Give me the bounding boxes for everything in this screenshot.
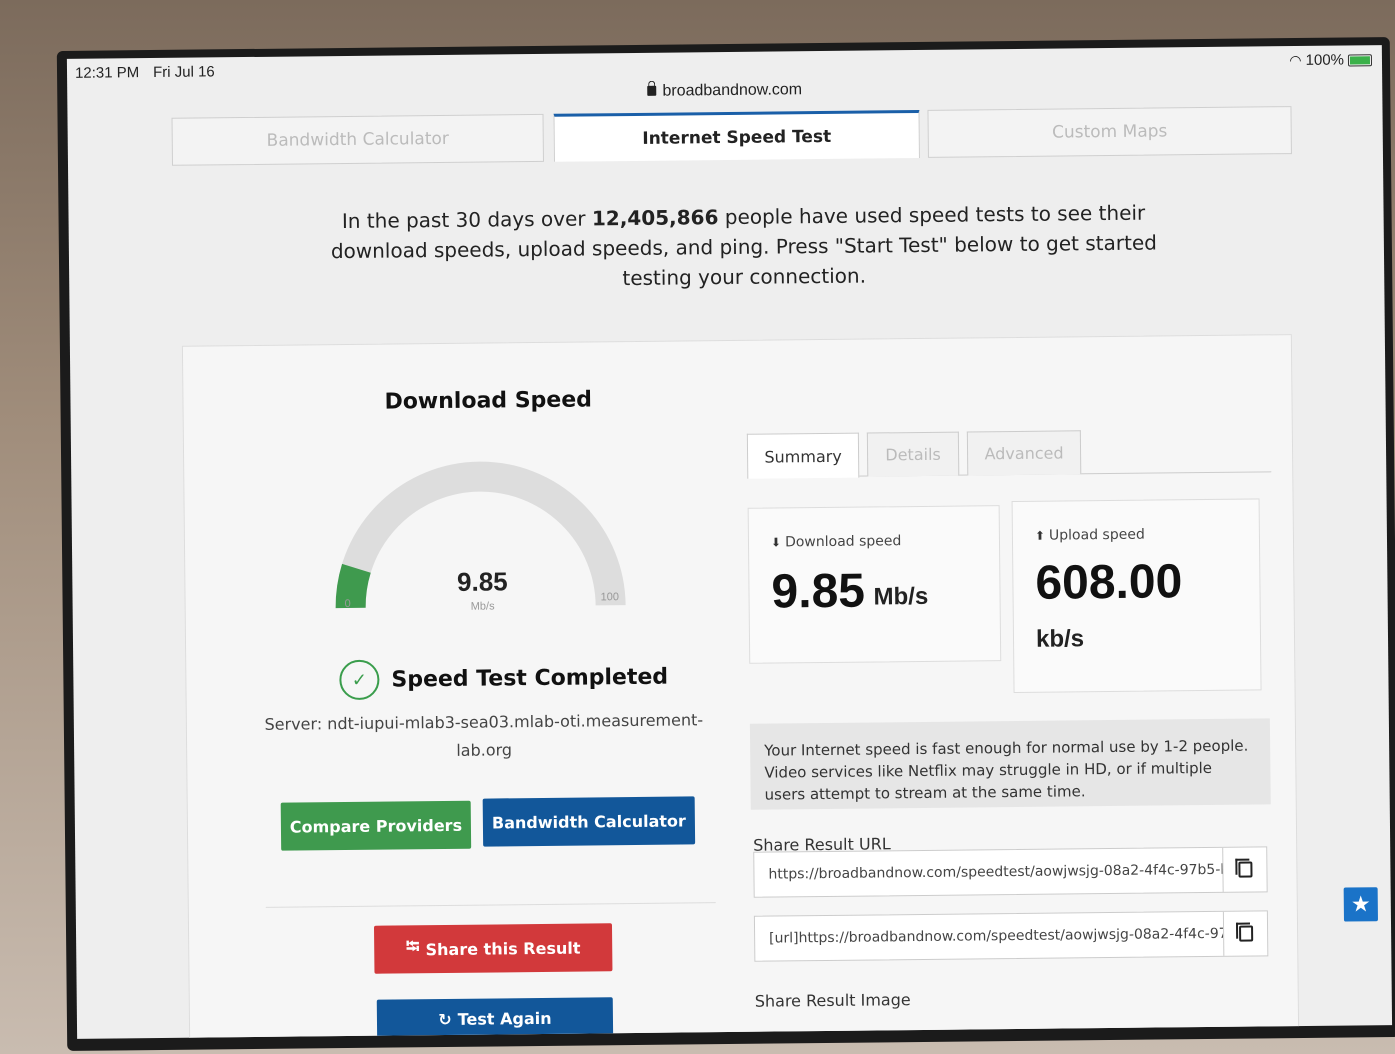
tab-custom-maps[interactable]: Custom Maps <box>927 106 1292 158</box>
bandwidth-calculator-button[interactable]: Bandwidth Calculator <box>482 796 696 847</box>
share-image-label: Share Result Image <box>754 990 911 1011</box>
upload-label-row: ⬆ Upload speed <box>1035 527 1145 544</box>
upload-stat-box: ⬆ Upload speed 608.00 kb/s <box>1011 498 1262 694</box>
share-result-label: Share this Result <box>425 938 581 959</box>
refresh-icon: ↻ <box>438 1009 452 1029</box>
share-result-button[interactable]: ⭾ Share this Result <box>373 923 613 974</box>
status-right: ◠ 100% <box>1289 51 1373 69</box>
share-url-text[interactable]: https://broadbandnow.com/speedtest/aowjw… <box>754 862 1222 883</box>
tablet-frame: 12:31 PM Fri Jul 16 ◠ 100% broadbandnow.… <box>56 37 1395 1051</box>
lock-icon <box>647 85 657 96</box>
copy-bbcode-button[interactable] <box>1222 911 1268 956</box>
upload-value: 608.00 <box>1035 555 1183 610</box>
intro-part1: In the past 30 days over <box>341 206 593 234</box>
screen: 12:31 PM Fri Jul 16 ◠ 100% broadbandnow.… <box>66 45 1393 1039</box>
accessibility-icon: ★ <box>1350 891 1371 917</box>
tab-details[interactable]: Details <box>866 431 960 477</box>
tab-advanced[interactable]: Advanced <box>966 430 1082 476</box>
copy-icon <box>1237 861 1253 878</box>
compare-providers-button[interactable]: Compare Providers <box>280 800 472 851</box>
download-speed-title: Download Speed <box>384 387 593 415</box>
download-stat-box: ⬇ Download speed 9.85 Mb/s <box>747 505 1002 664</box>
wifi-icon: ◠ <box>1289 51 1302 69</box>
tab-summary[interactable]: Summary <box>746 432 860 479</box>
upload-arrow-icon: ⬆ <box>1034 528 1046 543</box>
test-again-label: Test Again <box>457 1008 552 1029</box>
accessibility-button[interactable]: ★ <box>1343 887 1378 922</box>
speed-info-text: Your Internet speed is fast enough for n… <box>749 718 1271 810</box>
gauge-unit: Mb/s <box>470 600 495 613</box>
download-value: 9.85 <box>771 564 866 619</box>
test-again-button[interactable]: ↻ Test Again <box>376 997 614 1039</box>
upload-unit: kb/s <box>1035 625 1085 653</box>
share-url-field[interactable]: https://broadbandnow.com/speedtest/aowjw… <box>753 846 1268 898</box>
gauge-value: 9.85 <box>456 566 508 597</box>
status-date: Fri Jul 16 <box>152 63 215 81</box>
share-bbcode-text[interactable]: [url]https://broadbandnow.com/speedtest/… <box>755 926 1223 947</box>
share-icon: ⭾ <box>405 936 420 958</box>
download-arrow-icon: ⬇ <box>770 535 782 550</box>
gauge-fill <box>335 563 371 609</box>
gauge-min: 0 <box>344 597 351 611</box>
url-text: broadbandnow.com <box>662 81 803 100</box>
intro-count: 12,405,866 <box>591 205 719 231</box>
check-icon: ✓ <box>339 659 380 701</box>
upload-label: Upload speed <box>1048 526 1145 544</box>
download-label-row: ⬇ Download speed <box>771 533 902 550</box>
test-completed: ✓ Speed Test Completed <box>339 657 669 701</box>
tab-bandwidth-calculator[interactable]: Bandwidth Calculator <box>171 113 544 166</box>
status-time: 12:31 PM <box>74 64 140 82</box>
tab-internet-speed-test[interactable]: Internet Speed Test <box>553 109 920 162</box>
copy-url-button[interactable] <box>1222 847 1267 892</box>
gauge-max: 100 <box>600 591 619 604</box>
result-tabs: Summary Details Advanced <box>746 428 1272 479</box>
download-label: Download speed <box>784 533 902 551</box>
battery-percent: 100% <box>1305 51 1345 69</box>
download-unit: Mb/s <box>873 582 929 611</box>
intro-text: In the past 30 days over 12,405,866 peop… <box>318 197 1169 296</box>
top-tabs: Bandwidth Calculator Internet Speed Test… <box>171 106 1294 168</box>
share-bbcode-field[interactable]: [url]https://broadbandnow.com/speedtest/… <box>753 910 1269 962</box>
server-text: Server: ndt-iupui-mlab3-sea03.mlab-oti.m… <box>264 710 704 760</box>
battery-icon <box>1347 53 1373 66</box>
completed-text: Speed Test Completed <box>391 664 669 693</box>
copy-icon <box>1238 925 1253 942</box>
